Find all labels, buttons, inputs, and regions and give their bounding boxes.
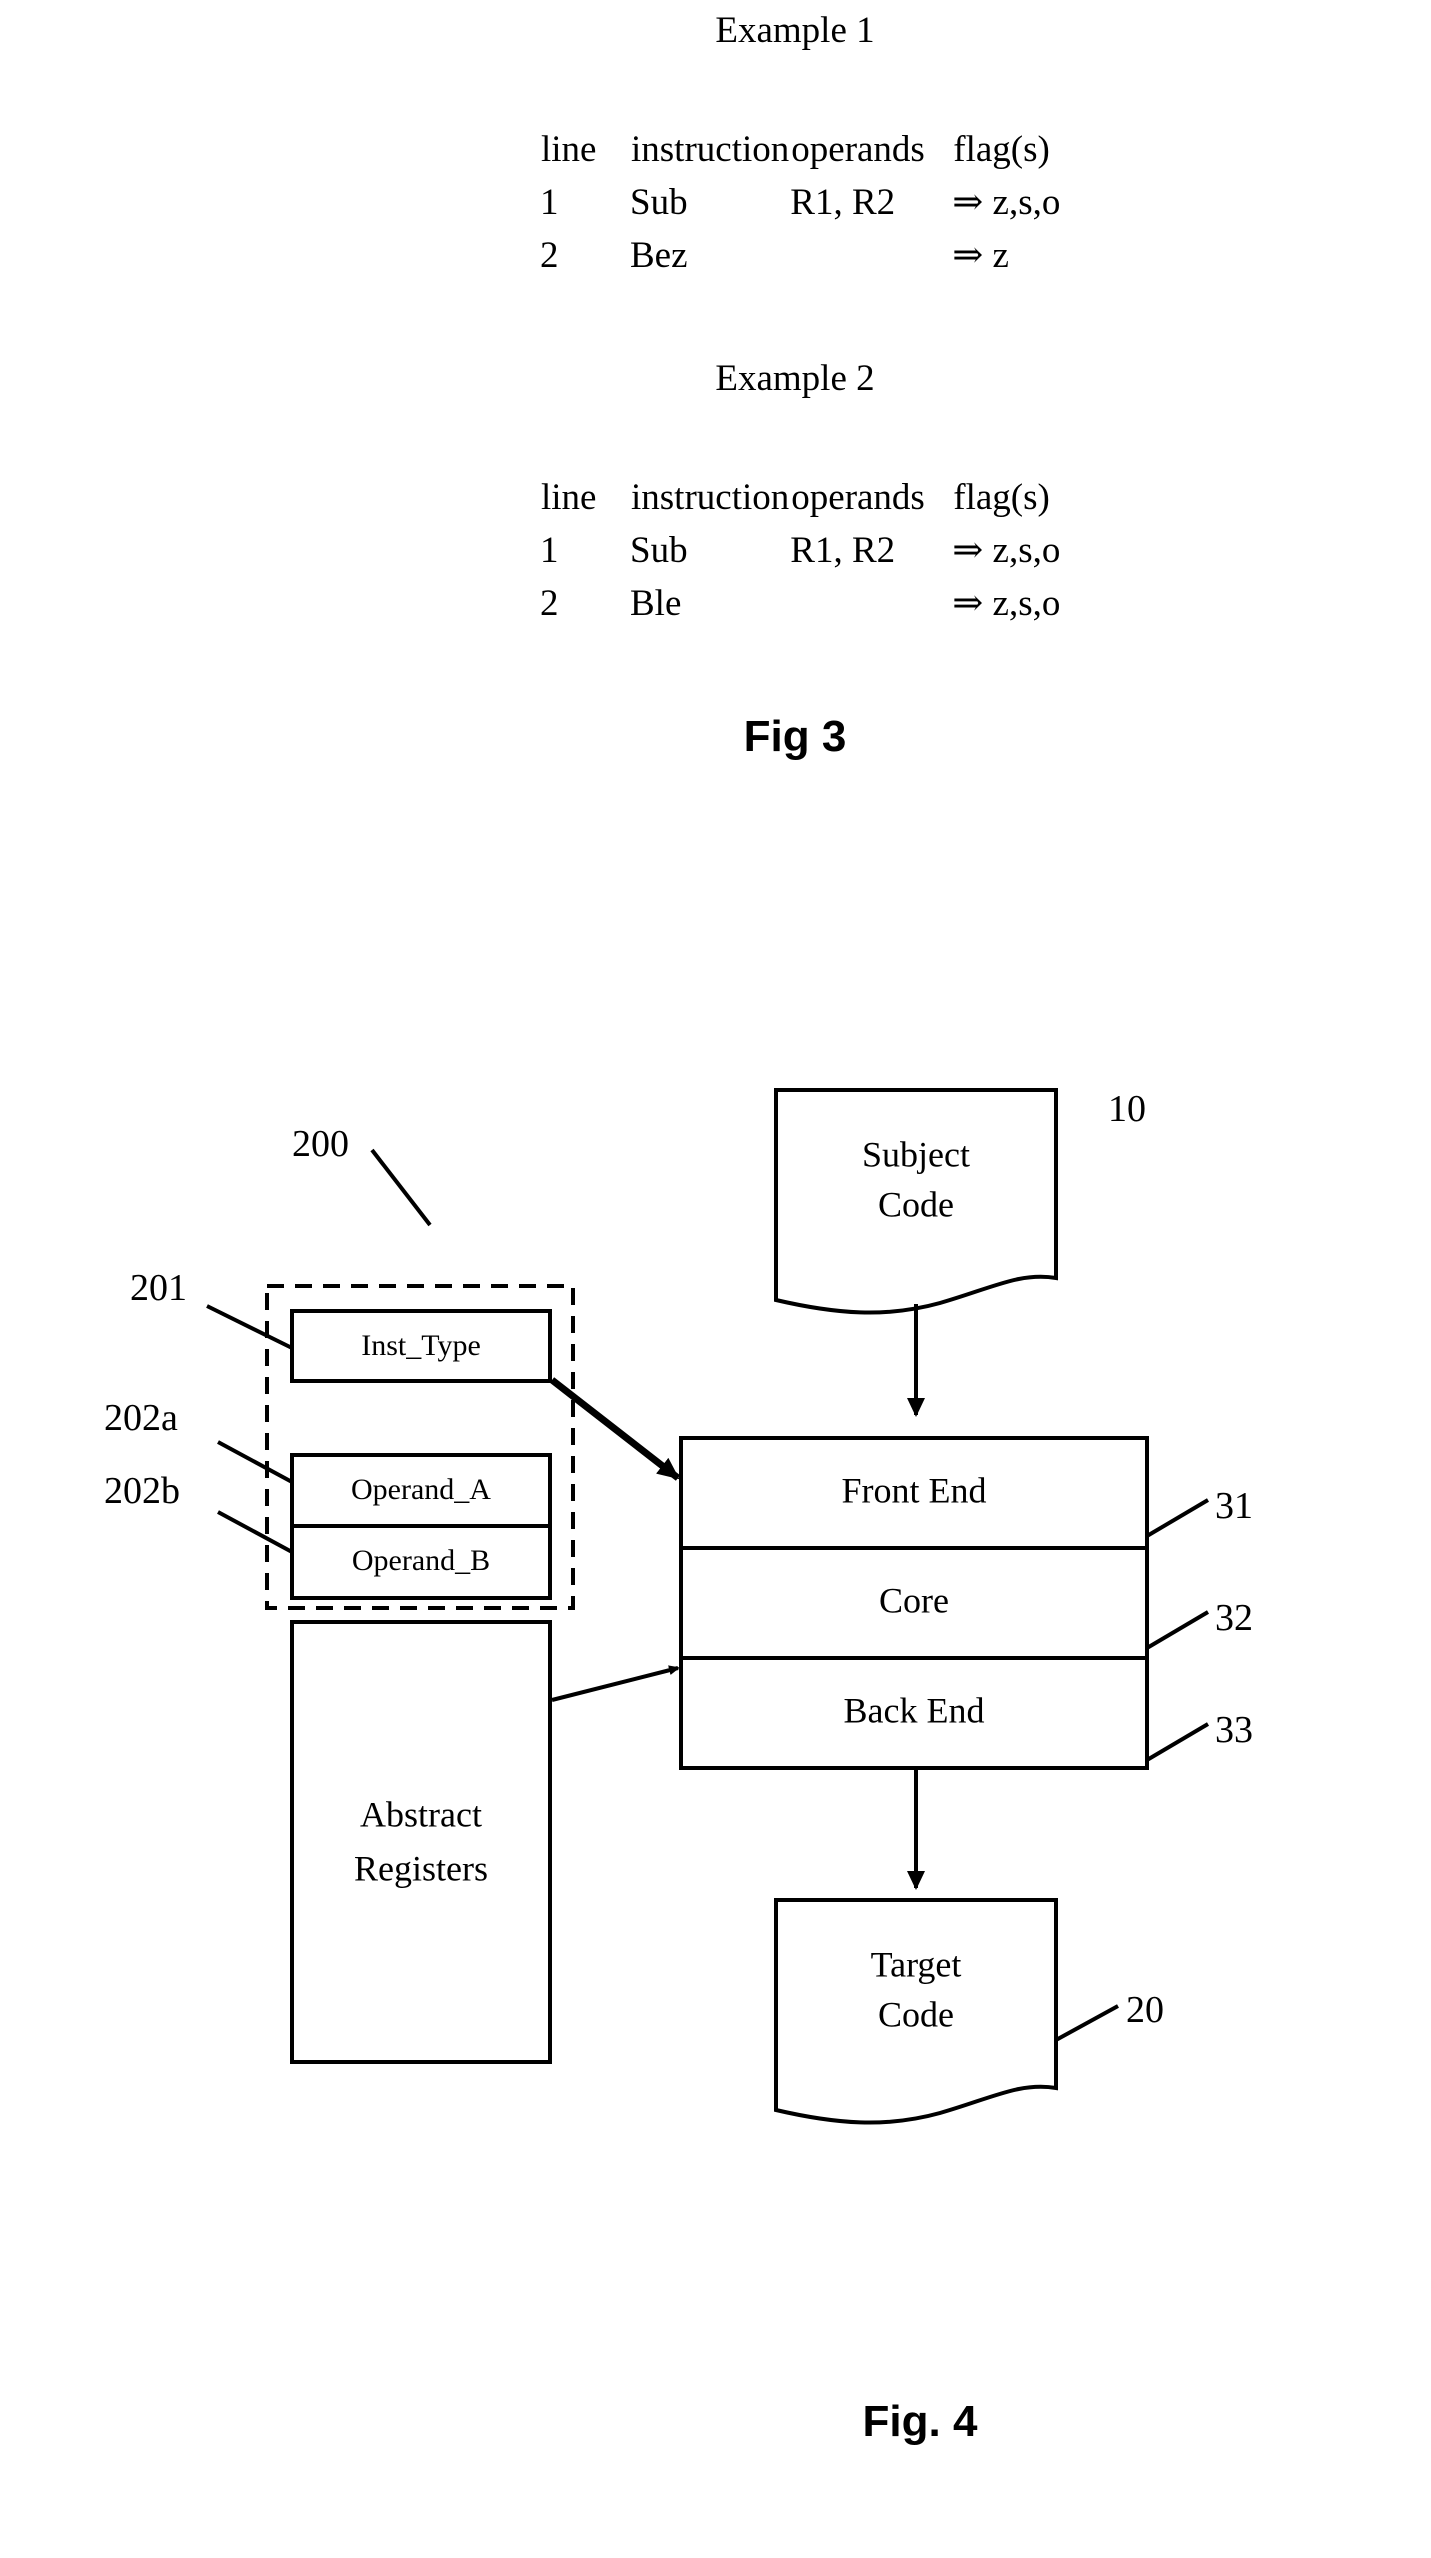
figure-4-svg: Subject Code 10 200 Inst_Type Operand_A … (104, 1088, 1253, 2125)
reference-numeral-10: 10 (1108, 1088, 1146, 1130)
cell-instruction: Bez (630, 235, 688, 276)
table-header-row: line instruction operands flag(s) (540, 130, 1060, 184)
leader-line-31 (1145, 1498, 1210, 1538)
inst-type-label: Inst_Type (361, 1329, 481, 1362)
figure-3-caption: Fig 3 (743, 712, 847, 761)
subject-code-label-line2: Code (878, 1184, 954, 1224)
target-code-label-line2: Code (878, 1994, 954, 2034)
cell-flags: ⇒ z,s,o (952, 583, 1061, 624)
column-header-line: line (541, 129, 597, 170)
inst-type-block: Inst_Type (290, 1309, 552, 1383)
reference-numeral-202b: 202b (104, 1470, 180, 1512)
abstract-registers-block: Abstract Registers (290, 1620, 552, 2064)
cell-flags: ⇒ z,s,o (952, 182, 1061, 223)
target-code-block: Target Code (774, 1898, 1058, 2125)
operand-block: Operand_A Operand_B (290, 1453, 552, 1600)
figure-4-caption: Fig. 4 (862, 2397, 978, 2446)
column-header-line: line (541, 477, 597, 518)
abstract-registers-label-line2: Registers (354, 1848, 488, 1888)
back-end-label: Back End (844, 1690, 985, 1730)
example-1-title: Example 1 (715, 10, 875, 51)
leader-line-201 (206, 1304, 293, 1350)
leader-line-32 (1145, 1610, 1210, 1650)
leader-line-200 (370, 1148, 432, 1227)
operand-b-label: Operand_B (352, 1544, 490, 1577)
core-label: Core (879, 1580, 949, 1620)
cell-operands (790, 585, 952, 622)
column-header-flags: flag(s) (953, 477, 1050, 518)
table-row: 2 Ble ⇒ z,s,o (540, 585, 1060, 622)
leader-line-202a (217, 1440, 293, 1484)
cell-operands (790, 237, 952, 274)
leader-line-20 (1055, 2004, 1119, 2042)
figure-4-diagram: Subject Code 10 200 Inst_Type Operand_A … (0, 1060, 1431, 2310)
reference-numeral-20: 20 (1126, 1989, 1164, 2031)
column-header-operands: operands (791, 129, 925, 170)
cell-line: 1 (540, 530, 559, 571)
leader-line-33 (1145, 1722, 1210, 1762)
reference-numeral-31: 31 (1215, 1485, 1253, 1527)
cell-operands: R1, R2 (790, 530, 896, 571)
cell-instruction: Sub (630, 530, 688, 571)
example-2-title: Example 2 (715, 358, 875, 399)
reference-numeral-202a: 202a (104, 1397, 178, 1439)
cell-flags: ⇒ z,s,o (952, 530, 1061, 571)
arrow-abstract-registers-to-core (551, 1665, 680, 1702)
table-row: 1 Sub R1, R2 ⇒ z,s,o (540, 184, 1060, 237)
abstract-registers-label-line1: Abstract (360, 1794, 482, 1834)
cell-instruction: Ble (630, 583, 682, 624)
cell-instruction: Sub (630, 182, 688, 223)
subject-code-block: Subject Code (774, 1088, 1058, 1315)
column-header-flags: flag(s) (953, 129, 1050, 170)
cell-flags: ⇒ z (952, 235, 1009, 276)
table-row: 1 Sub R1, R2 ⇒ z,s,o (540, 532, 1060, 585)
reference-numeral-33: 33 (1215, 1709, 1253, 1751)
cell-operands: R1, R2 (790, 182, 896, 223)
table-header-row: line instruction operands flag(s) (540, 478, 1060, 532)
column-header-instruction: instruction (631, 129, 790, 170)
reference-numeral-200: 200 (292, 1123, 349, 1165)
subject-code-label-line1: Subject (862, 1134, 970, 1174)
column-header-instruction: instruction (631, 477, 790, 518)
abstract-registers-box (290, 1620, 552, 2064)
arrow-inst-type-to-front-end (549, 1377, 681, 1481)
cell-line: 1 (540, 182, 559, 223)
translator-block: Front End Core Back End (679, 1436, 1149, 1770)
target-code-label-line1: Target (871, 1944, 962, 1984)
example-1-table: line instruction operands flag(s) 1 Sub … (540, 130, 1060, 274)
reference-numeral-201: 201 (130, 1267, 187, 1309)
cell-line: 2 (540, 235, 559, 276)
table-row: 2 Bez ⇒ z (540, 237, 1060, 274)
cell-line: 2 (540, 583, 559, 624)
operand-a-label: Operand_A (351, 1473, 491, 1506)
front-end-label: Front End (841, 1470, 986, 1510)
column-header-operands: operands (791, 477, 925, 518)
example-2-table: line instruction operands flag(s) 1 Sub … (540, 478, 1060, 622)
reference-numeral-32: 32 (1215, 1597, 1253, 1639)
leader-line-202b (217, 1510, 293, 1554)
